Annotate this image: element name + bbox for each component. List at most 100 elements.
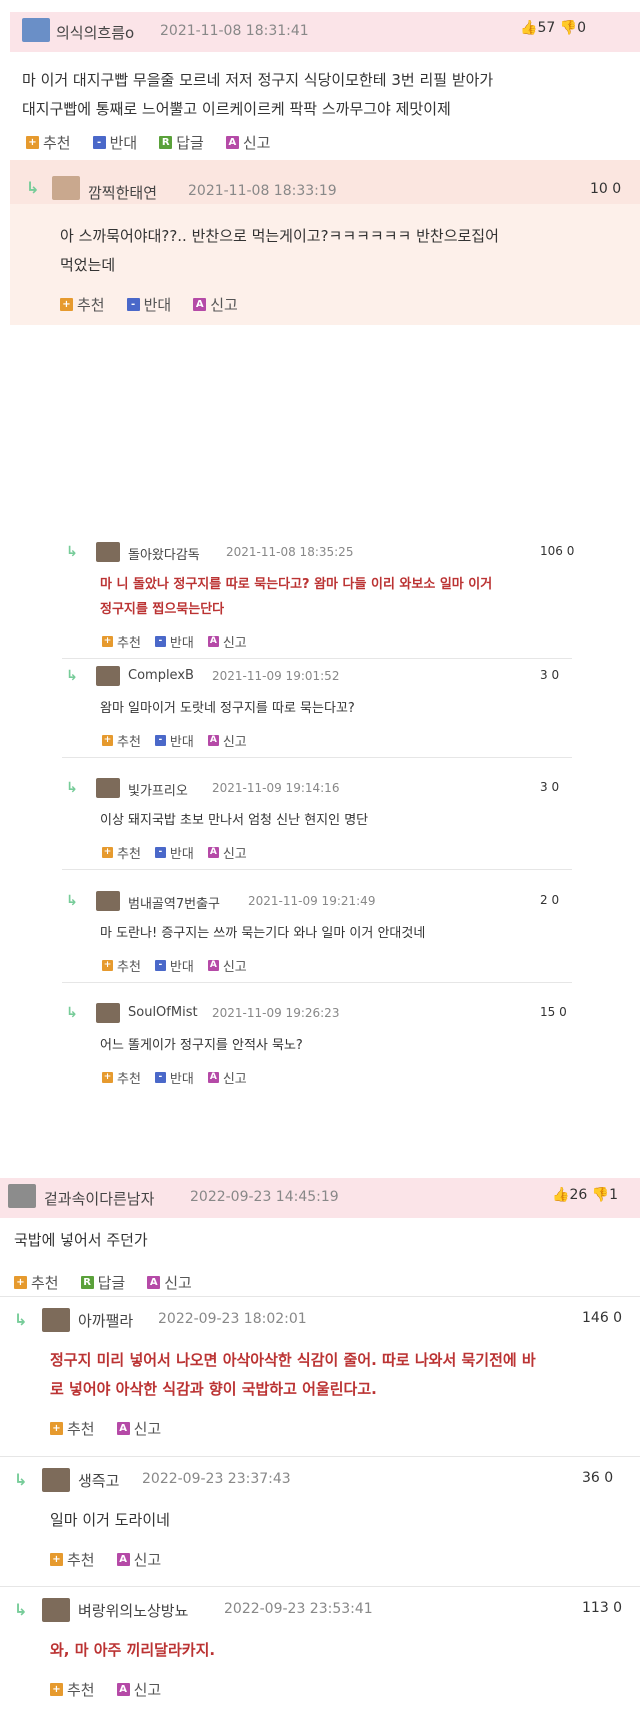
- reply-arrow-icon: ↳: [14, 1470, 28, 1489]
- report-button[interactable]: A 신고: [193, 294, 238, 315]
- oppose-button[interactable]: - 반대: [154, 632, 194, 651]
- thumb-down-icon[interactable]: 👎: [560, 20, 577, 36]
- recommend-button[interactable]: + 추천: [102, 1068, 141, 1087]
- reply-arrow-icon: ↳: [66, 1005, 78, 1021]
- separator: [0, 1456, 640, 1457]
- separator: [0, 1296, 640, 1297]
- comment-author[interactable]: 아까팰라: [78, 1310, 133, 1331]
- comment-line: 와, 마 아주 끼리달라카지.: [50, 1641, 216, 1659]
- recommend-button[interactable]: + 추천: [102, 956, 141, 975]
- comment-actions: + 추천 - 반대 A 신고: [102, 632, 247, 651]
- oppose-button[interactable]: - 반대: [154, 843, 194, 862]
- comment-author[interactable]: 벼랑위의노상방뇨: [78, 1600, 188, 1621]
- comment-text: 왐마 일마이거 도랏네 정구지를 따로 묵는다꼬?: [100, 696, 580, 721]
- comment-text: 마 이거 대지구빱 무을줄 모르네 저저 정구지 식당이모한테 3번 리필 받아…: [22, 71, 494, 118]
- recommend-button[interactable]: + 추천: [60, 294, 105, 315]
- recommend-button[interactable]: + 추천: [50, 1549, 95, 1570]
- comment-author[interactable]: ComplexB: [128, 668, 194, 683]
- comment-text: 와, 마 아주 끼리달라카지.: [50, 1636, 630, 1665]
- plus-icon: +: [60, 298, 73, 311]
- comment-date: 2022-09-23 23:37:43: [142, 1471, 291, 1487]
- report-button[interactable]: A 신고: [207, 843, 247, 862]
- comment-author[interactable]: SoulOfMist: [128, 1005, 198, 1020]
- minus-icon: -: [154, 636, 166, 647]
- report-button[interactable]: A 신고: [207, 1068, 247, 1087]
- report-button[interactable]: A 신고: [147, 1272, 192, 1293]
- vote-counts: 10 0: [590, 181, 622, 197]
- recommend-button[interactable]: + 추천: [102, 632, 141, 651]
- plus-icon: +: [102, 960, 113, 971]
- action-label: 추천: [117, 960, 141, 975]
- comment-author[interactable]: 범내골역7번출구: [128, 893, 220, 912]
- thumb-up-icon[interactable]: 👍: [520, 20, 537, 36]
- comment-actions: + 추천 A 신고: [50, 1679, 161, 1700]
- plus-icon: +: [50, 1683, 63, 1696]
- recommend-button[interactable]: + 추천: [50, 1679, 95, 1700]
- recommend-button[interactable]: + 추천: [102, 731, 141, 750]
- comment-line: 정구지 미리 넣어서 나오면 아삭아삭한 식감이 줄어. 따로 나와서 묵기전에…: [50, 1351, 536, 1369]
- comment-date: 2021-11-09 19:21:49: [248, 894, 376, 908]
- comment-text: 아 스까묵어야대??.. 반찬으로 먹는게이고?ㅋㅋㅋㅋㅋㅋ 반찬으로집어 먹었…: [60, 227, 499, 274]
- action-label: 반대: [169, 847, 194, 862]
- reply-button[interactable]: R 답글: [80, 1272, 125, 1293]
- minus-icon: -: [92, 136, 106, 149]
- report-button[interactable]: A 신고: [116, 1679, 161, 1700]
- oppose-button[interactable]: - 반대: [154, 1068, 194, 1087]
- separator: [0, 1586, 640, 1587]
- reply-arrow-icon: ↳: [66, 893, 78, 909]
- report-icon: A: [207, 636, 219, 647]
- comment-text: 어느 똘게이가 정구지를 안적사 묵노?: [100, 1033, 580, 1058]
- report-button[interactable]: A 신고: [116, 1418, 161, 1439]
- comment-author[interactable]: 겉과속이다른남자: [44, 1188, 154, 1209]
- vote-counts: 2 0: [540, 893, 560, 907]
- plus-icon: +: [102, 1072, 113, 1083]
- comment-actions: + 추천 - 반대 A 신고: [102, 843, 247, 862]
- comment-text: 이상 돼지국밥 초보 만나서 엄청 신난 현지인 명단: [100, 808, 580, 833]
- thumb-down-icon[interactable]: 👎: [592, 1187, 609, 1203]
- comment-author[interactable]: 의식의흐름o: [56, 22, 134, 43]
- comment-date: 2021-11-09 19:01:52: [212, 669, 340, 683]
- comment-author[interactable]: 빛가프리오: [128, 780, 188, 799]
- recommend-button[interactable]: + 추천: [50, 1418, 95, 1439]
- reply-button[interactable]: R 답글: [159, 132, 204, 153]
- minus-icon: -: [154, 847, 166, 858]
- separator: [62, 869, 572, 870]
- thumb-up-icon[interactable]: 👍: [552, 1187, 569, 1203]
- comment-line: 이상 돼지국밥 초보 만나서 엄청 신난 현지인 명단: [100, 813, 369, 828]
- action-label: 추천: [117, 847, 141, 862]
- recommend-button[interactable]: + 추천: [102, 843, 141, 862]
- comment-actions: + 추천 - 반대 A 신고: [102, 1068, 247, 1087]
- comment-author[interactable]: 생즉고: [78, 1470, 119, 1491]
- comment-text: 일마 이거 도라이네: [50, 1506, 630, 1535]
- report-icon: A: [116, 1683, 130, 1696]
- comment-author[interactable]: 돌아왔다감독: [128, 544, 200, 563]
- plus-icon: +: [102, 735, 113, 746]
- vote-counts: 106 0: [540, 544, 575, 558]
- action-label: 신고: [222, 735, 247, 750]
- report-icon: A: [147, 1276, 161, 1289]
- avatar: [42, 1468, 70, 1492]
- reply-arrow-icon: ↳: [14, 1600, 28, 1619]
- oppose-button[interactable]: - 반대: [126, 294, 171, 315]
- report-button[interactable]: A 신고: [225, 132, 270, 153]
- reply-icon: R: [80, 1276, 94, 1289]
- reply-arrow-icon: ↳: [66, 544, 78, 560]
- comment-actions: + 추천 R 답글 A 신고: [14, 1272, 192, 1293]
- action-label: 반대: [169, 735, 194, 750]
- recommend-button[interactable]: + 추천: [14, 1272, 59, 1293]
- report-icon: A: [193, 298, 207, 311]
- vote-counts: 146 0: [582, 1310, 623, 1326]
- oppose-button[interactable]: - 반대: [154, 956, 194, 975]
- oppose-button[interactable]: - 반대: [154, 731, 194, 750]
- avatar: [96, 778, 120, 798]
- oppose-button[interactable]: - 반대: [92, 132, 137, 153]
- separator: [62, 982, 572, 983]
- report-button[interactable]: A 신고: [207, 956, 247, 975]
- vote-counts: 3 0: [540, 668, 560, 682]
- comment-author[interactable]: 깜찍한태연: [88, 182, 157, 203]
- report-button[interactable]: A 신고: [116, 1549, 161, 1570]
- recommend-button[interactable]: + 추천: [26, 132, 71, 153]
- minus-icon: -: [154, 735, 166, 746]
- report-button[interactable]: A 신고: [207, 632, 247, 651]
- report-button[interactable]: A 신고: [207, 731, 247, 750]
